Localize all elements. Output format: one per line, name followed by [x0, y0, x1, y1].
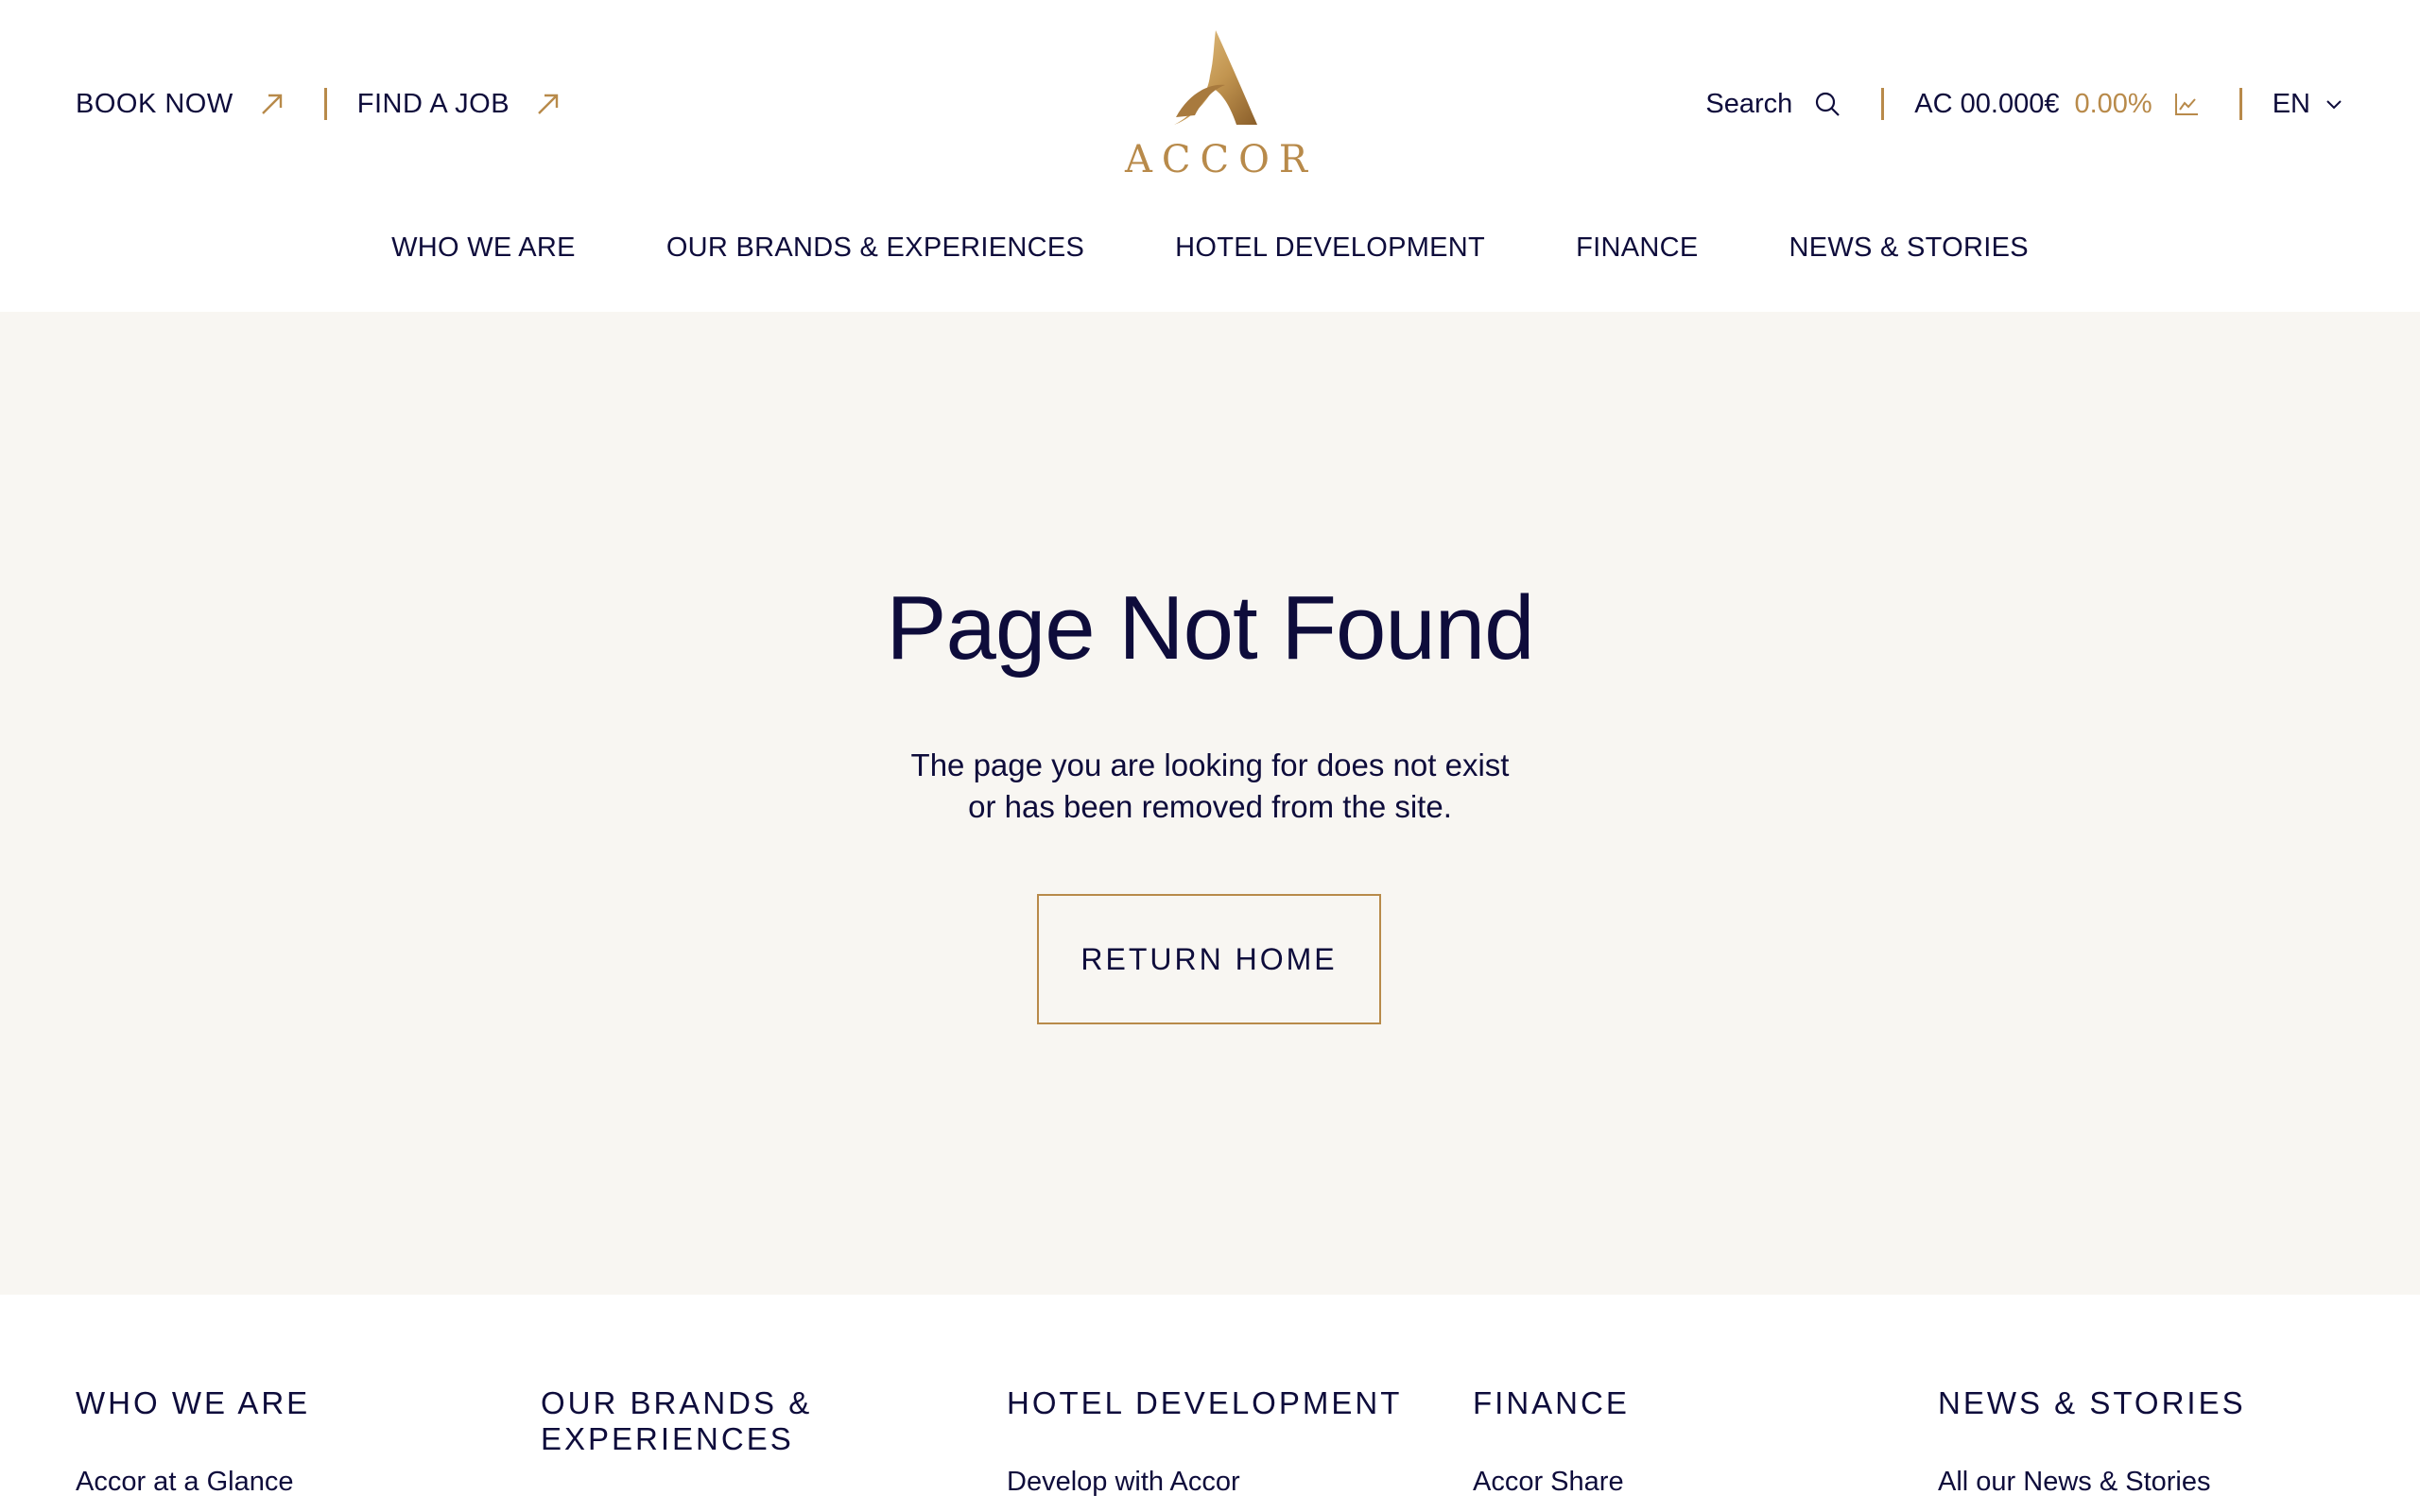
find-a-job-link[interactable]: FIND A JOB [357, 89, 561, 120]
stock-chart-icon [2174, 94, 2198, 115]
footer-link[interactable]: Develop with Accor [1007, 1467, 1240, 1498]
divider [2238, 88, 2242, 120]
arrow-up-right-icon [538, 94, 559, 114]
footer-heading: HOTEL DEVELOPMENT [1007, 1385, 1403, 1420]
footer-column-finance: FINANCE Accor Share [1473, 1385, 1870, 1497]
site-header: BOOK NOW FIND A JOB ACCOR Search AC 00.0… [0, 0, 2420, 312]
nav-hotel-development[interactable]: HOTEL DEVELOPMENT [1175, 232, 1485, 264]
search-icon [1816, 92, 1841, 116]
chevron-down-icon [2326, 100, 2342, 110]
return-home-button[interactable]: RETURN HOME [1037, 894, 1381, 1024]
divider [1881, 88, 1885, 120]
accor-logo[interactable]: ACCOR [1115, 26, 1318, 187]
site-footer: WHO WE ARE Accor at a Glance OUR BRANDS … [0, 1295, 2420, 1512]
divider [323, 88, 327, 120]
footer-column-who-we-are: WHO WE ARE Accor at a Glance [76, 1385, 473, 1497]
utility-links: BOOK NOW FIND A JOB [76, 83, 561, 125]
footer-heading: OUR BRANDS & EXPERIENCES [541, 1385, 813, 1456]
footer-column-our-brands: OUR BRANDS & EXPERIENCES [541, 1385, 938, 1457]
page-title: Page Not Found [886, 577, 1534, 679]
footer-heading: FINANCE [1473, 1385, 1630, 1420]
nav-news-stories[interactable]: NEWS & STORIES [1789, 232, 2028, 264]
find-a-job-label: FIND A JOB [356, 88, 510, 119]
language-label: EN [2272, 88, 2310, 119]
footer-column-hotel-development: HOTEL DEVELOPMENT Develop with Accor [1007, 1385, 1404, 1497]
book-now-label: BOOK NOW [76, 88, 233, 119]
subtitle-line-1: The page you are looking for does not ex… [910, 747, 1510, 782]
footer-link[interactable]: Accor at a Glance [76, 1467, 294, 1498]
footer-column-news-stories: NEWS & STORIES All our News & Stories [1938, 1385, 2335, 1497]
stock-price: AC 00.000€ [1914, 88, 2060, 119]
footer-link[interactable]: Accor Share [1473, 1467, 1624, 1498]
main-navigation: WHO WE ARE OUR BRANDS & EXPERIENCES HOTE… [0, 232, 2420, 264]
subtitle-line-2: or has been removed from the site. [968, 789, 1452, 824]
accor-logo-mark [1174, 30, 1257, 125]
search-button[interactable]: Search [1705, 89, 1841, 120]
utility-right: Search AC 00.000€ 0.00% EN [1705, 83, 2344, 125]
footer-heading: WHO WE ARE [76, 1385, 311, 1420]
language-selector[interactable]: EN [2273, 89, 2344, 120]
not-found-section: Page Not Found The page you are looking … [0, 312, 2420, 1295]
nav-finance[interactable]: FINANCE [1576, 232, 1698, 264]
nav-who-we-are[interactable]: WHO WE ARE [391, 232, 576, 264]
logo-wordmark: ACCOR [1125, 138, 1318, 181]
book-now-link[interactable]: BOOK NOW [76, 89, 285, 120]
search-label: Search [1705, 88, 1793, 119]
nav-our-brands-experiences[interactable]: OUR BRANDS & EXPERIENCES [666, 232, 1084, 264]
stock-ticker[interactable]: AC 00.000€ 0.00% [1914, 89, 2199, 120]
stock-change: 0.00% [2074, 88, 2152, 119]
footer-heading: NEWS & STORIES [1938, 1385, 2246, 1420]
arrow-up-right-icon [261, 94, 282, 114]
footer-link[interactable]: All our News & Stories [1938, 1467, 2211, 1498]
page-subtitle: The page you are looking for does not ex… [832, 745, 1588, 828]
